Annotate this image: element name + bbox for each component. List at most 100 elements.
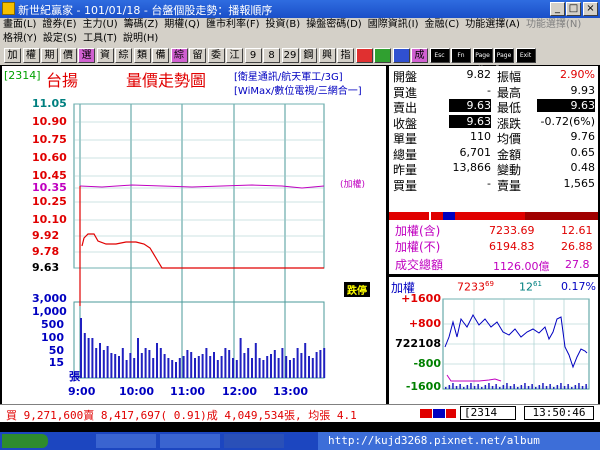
price-tick: 11.05 xyxy=(32,97,67,110)
toolbar-button-14[interactable]: 8 xyxy=(263,48,280,63)
index-mini-chart: 加權 723369 1261 0.17% +1600 +800 722108 -800… xyxy=(389,277,598,404)
status-bar: 買 9,271,600賣 8,417,697( 0.91)成 4,049,534… xyxy=(0,404,600,422)
quote-label: 振幅 xyxy=(497,70,522,84)
toolbar-button-17[interactable]: 興 xyxy=(318,48,336,63)
menu-item-2[interactable]: 主力(U) xyxy=(80,18,121,32)
toolbar-button-6[interactable]: 綜 xyxy=(115,48,132,63)
volume-tick: 500 xyxy=(41,318,64,331)
mini-tick: -1600 xyxy=(405,380,441,393)
toolbar-button-22[interactable]: 成 xyxy=(411,48,428,63)
stock-code-input[interactable]: [2314 xyxy=(460,406,516,420)
toolbar-button-1[interactable]: 權 xyxy=(22,48,40,63)
quote-value: - xyxy=(487,83,491,97)
menu2-item-1[interactable]: 設定(S) xyxy=(40,32,80,46)
menu-item-7[interactable]: 操盤密碼(D) xyxy=(303,18,365,32)
menu-item-11[interactable]: 功能選擇(N) xyxy=(523,18,584,32)
quote-value: 0.48 xyxy=(570,161,596,174)
menu-bar-primary: 畫面(L) 證券(E) 主力(U) 籌碼(Z) 期權(Q) 匯市利率(F) 投資(B) 操盤密… xyxy=(0,18,600,32)
quote-label: 單量 xyxy=(393,132,418,146)
quote-label: 最高 xyxy=(497,85,522,100)
toolbar-button-23[interactable]: Esc xyxy=(429,48,450,63)
quote-label: 昨量 xyxy=(393,163,418,177)
toolbar-button-5[interactable]: 資 xyxy=(96,48,114,63)
taskbar-app-2[interactable] xyxy=(160,434,220,448)
price-tick: 9.63 xyxy=(32,261,60,274)
status-flag-red xyxy=(420,409,432,418)
time-tick: 11:00 xyxy=(170,385,206,398)
toolbar-button-2[interactable]: 期 xyxy=(41,48,58,63)
maximize-button[interactable]: □ xyxy=(566,2,581,16)
price-volume-chart: [2314] 台揚 量價走勢圖 [衛星通訊/航天軍工/3G] [WiMax/數位… xyxy=(2,66,386,404)
time-tick: 9:00 xyxy=(68,385,96,398)
quote-value: 9.63 xyxy=(449,99,491,112)
toolbar-button-13[interactable]: 9 xyxy=(244,48,262,63)
index-row2-value: 6194.83 xyxy=(489,240,535,253)
toolbar-button-12[interactable]: 江 xyxy=(226,48,243,63)
watermark-url: http://kujd3268.pixnet.net/album xyxy=(318,432,600,450)
menu-item-5[interactable]: 匯市利率(F) xyxy=(203,18,263,32)
toolbar-button-10[interactable]: 留 xyxy=(189,48,206,63)
menu-item-3[interactable]: 籌碼(Z) xyxy=(121,18,162,32)
price-tick: 10.60 xyxy=(32,151,67,164)
quote-value: 110 xyxy=(470,130,491,143)
price-tick: 9.78 xyxy=(32,245,60,258)
color-segment xyxy=(443,212,455,220)
toolbar-button-16[interactable]: 鋼 xyxy=(300,48,317,63)
quote-label: 均價 xyxy=(497,132,522,146)
menu2-item-0[interactable]: 格視(Y) xyxy=(0,32,40,46)
clock: 13:50:46 xyxy=(524,406,594,420)
close-button[interactable]: × xyxy=(583,2,598,16)
toolbar-button-11[interactable]: 委 xyxy=(207,48,225,63)
toolbar-button-24[interactable]: Fn xyxy=(451,48,471,63)
toolbar-button-26[interactable]: Page Down xyxy=(494,48,514,72)
quote-label: 最低 xyxy=(497,101,522,115)
toolbar-button-15[interactable]: 29 xyxy=(281,48,299,63)
menu-item-8[interactable]: 國際資訊(I) xyxy=(365,18,422,32)
menu-item-9[interactable]: 金融(C) xyxy=(421,18,462,32)
status-flag-blue xyxy=(433,409,445,418)
minimize-button[interactable]: _ xyxy=(550,2,565,16)
toolbar-button-8[interactable]: 備 xyxy=(152,48,169,63)
volume-tick: 3,000 xyxy=(32,292,67,305)
menu-item-4[interactable]: 期權(Q) xyxy=(161,18,203,32)
menu2-item-3[interactable]: 說明(H) xyxy=(120,32,161,46)
quote-value: 13,866 xyxy=(452,161,492,174)
menu-item-6[interactable]: 投資(B) xyxy=(263,18,304,32)
volume-tick: 張 xyxy=(69,370,80,383)
mini-tick: +1600 xyxy=(401,292,441,305)
status-summary: 買 9,271,600賣 8,417,697( 0.91)成 4,049,534… xyxy=(6,409,357,422)
limit-down-badge: 跌停 xyxy=(344,282,370,297)
toolbar-button-3[interactable]: 價 xyxy=(59,48,77,63)
quote-label: 漲跌 xyxy=(497,116,522,131)
toolbar-button-18[interactable]: 指 xyxy=(337,48,354,63)
index-row1-value: 7233.69 xyxy=(489,224,535,237)
volume-tick: 1,000 xyxy=(32,305,67,318)
index-row1-change: 12.61 xyxy=(561,224,593,237)
toolbar-button-19[interactable] xyxy=(355,48,373,63)
color-segment xyxy=(455,212,525,220)
quote-value: 1,565 xyxy=(563,176,596,190)
menu-item-10[interactable]: 功能選擇(A) xyxy=(462,18,523,32)
toolbar-button-4[interactable]: 選 xyxy=(78,48,95,63)
menu-item-1[interactable]: 證券(E) xyxy=(39,18,79,32)
menu-bar-secondary: 格視(Y) 設定(S) 工具(T) 說明(H) xyxy=(0,32,600,46)
toolbar-button-7[interactable]: 類 xyxy=(133,48,151,63)
volume-tick: 100 xyxy=(41,331,64,344)
app-icon xyxy=(2,2,15,15)
toolbar-button-20[interactable] xyxy=(374,48,391,63)
start-button[interactable] xyxy=(2,434,48,448)
toolbar-button-27[interactable]: Exit xyxy=(515,48,536,63)
toolbar-button-9[interactable]: 綜 xyxy=(170,48,188,63)
price-tick: 10.10 xyxy=(32,213,67,226)
taskbar-app-3[interactable] xyxy=(224,434,284,448)
quote-value: 2.90% xyxy=(560,68,595,81)
toolbar-button-0[interactable]: 加 xyxy=(4,48,21,63)
quote-label: 賣量 xyxy=(497,178,522,193)
toolbar-button-25[interactable]: Page Up xyxy=(472,48,493,72)
menu2-item-2[interactable]: 工具(T) xyxy=(80,32,120,46)
title-bar: 新世紀贏家 - 101/01/18 - 台盤個股走勢：播報順序 _ □ × xyxy=(0,0,600,18)
time-tick: 13:00 xyxy=(273,385,309,398)
taskbar-app-1[interactable] xyxy=(96,434,156,448)
toolbar-button-21[interactable] xyxy=(392,48,410,63)
menu-item-0[interactable]: 畫面(L) xyxy=(0,18,39,32)
